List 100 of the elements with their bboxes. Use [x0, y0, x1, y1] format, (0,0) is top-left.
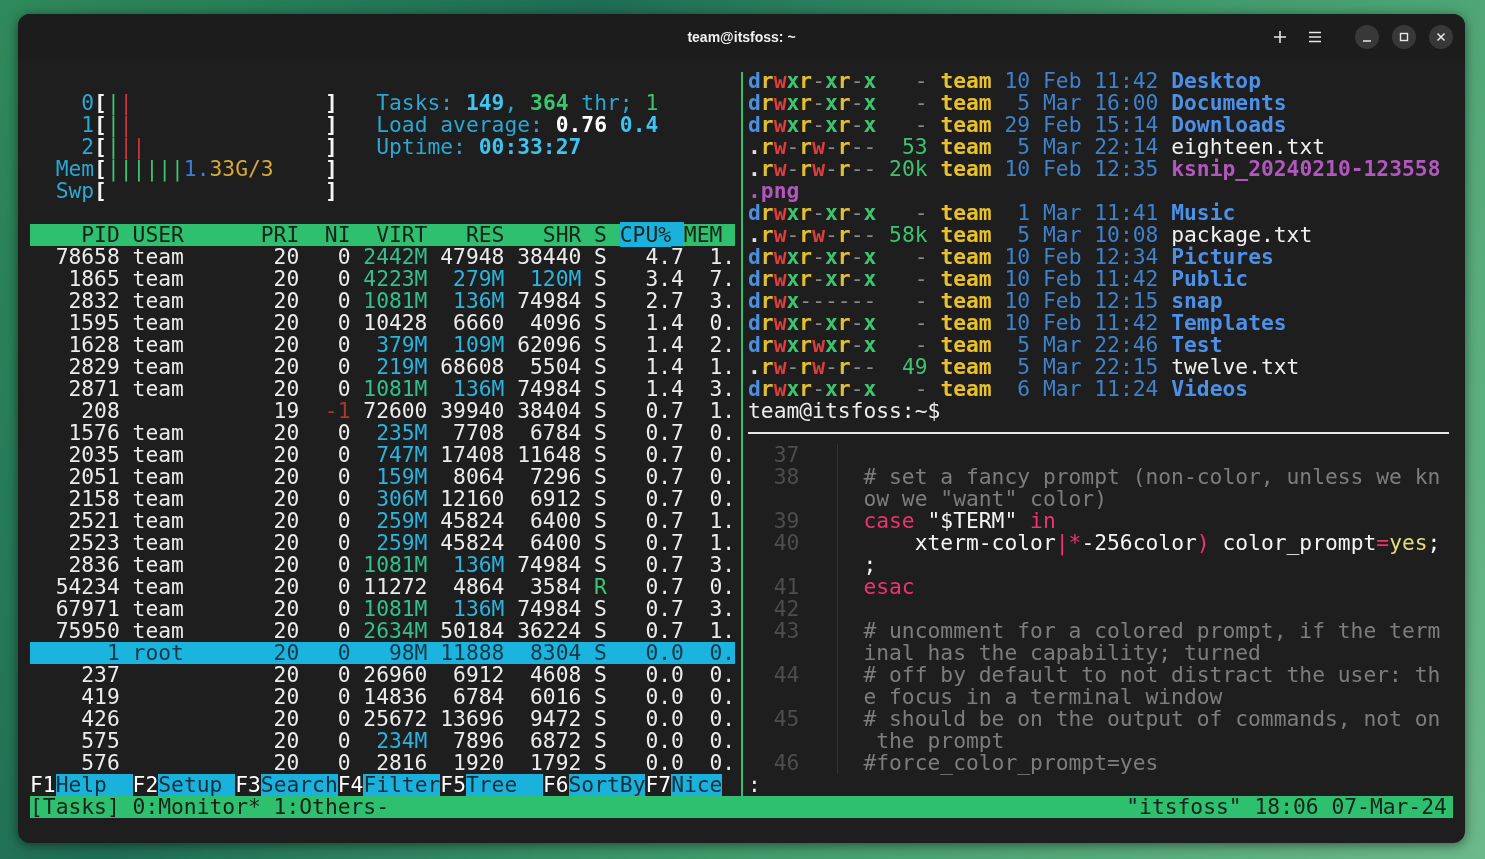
modified-time: 11:42: [1094, 268, 1159, 290]
table-cell-text: 67971: [54, 598, 120, 620]
table-cell-text: team: [131, 554, 185, 576]
table-cell-text: 13696: [439, 708, 505, 730]
process-row[interactable]: 575 20 0 234M 7896 6872 S 0.0 0.: [30, 730, 736, 752]
modified-day: 10: [1004, 268, 1031, 290]
table-cell-text: 20: [272, 488, 300, 510]
table-cell-text: 2816: [375, 752, 428, 774]
table-cell-text: 237: [80, 664, 120, 686]
process-row[interactable]: 1865 team 20 0 4223M 279M 120M S 3.4 7.: [30, 268, 736, 290]
process-row[interactable]: 208 19 -1 72600 39940 38404 S 0.7 1.: [30, 400, 736, 422]
column-header[interactable]: MEM: [683, 224, 736, 246]
table-cell-text: 20: [272, 730, 300, 752]
meter-bracket: ]: [324, 114, 338, 136]
modified-time: 11:42: [1094, 312, 1159, 334]
table-cell-text: 72600: [362, 400, 428, 422]
table-cell-text: 0.: [708, 708, 736, 730]
table-cell-text: 0: [336, 378, 351, 400]
code-line: xterm-color|*-256color) color_prompt=yes;;: [863, 532, 1442, 576]
meter-text: 1.: [183, 158, 210, 180]
column-header[interactable]: S: [581, 224, 607, 246]
process-row[interactable]: 2523 team 20 0 259M 45824 6400 S 0.7 1.: [30, 532, 736, 554]
minimize-button[interactable]: [1355, 25, 1379, 49]
table-cell-text: team: [131, 378, 185, 400]
window-tab[interactable]: 0:Monitor*: [132, 796, 261, 818]
table-cell-text: 6912: [452, 664, 505, 686]
column-header[interactable]: NI: [299, 224, 351, 246]
column-header[interactable]: PID: [30, 224, 120, 246]
code-line: # should be on the output of commands, not on the prompt: [863, 708, 1442, 752]
table-cell-text: 159M: [375, 466, 428, 488]
table-cell-text: 0: [336, 312, 351, 334]
column-header[interactable]: USER: [119, 224, 261, 246]
process-row[interactable]: 576 20 0 2816 1920 1792 S 0.0 0.: [30, 752, 736, 774]
file-size: -: [913, 70, 928, 92]
process-row[interactable]: 78658 team 20 0 2442M 47948 38440 S 4.7 1.: [30, 246, 736, 268]
column-header[interactable]: PRI: [260, 224, 300, 246]
process-row[interactable]: 1576 team 20 0 235M 7708 6784 S 0.7 0.: [30, 422, 736, 444]
process-row[interactable]: 2158 team 20 0 306M 12160 6912 S 0.7 0.: [30, 488, 736, 510]
permissions: drwxr-xr-x: [748, 68, 877, 93]
meter-text: |: [119, 92, 133, 114]
table-cell-text: root: [131, 642, 185, 664]
table-cell-text: 6912: [529, 488, 582, 510]
process-row[interactable]: 75950 team 20 0 2634M 50184 36224 S 0.7 1.: [30, 620, 736, 642]
column-header[interactable]: RES: [427, 224, 505, 246]
process-row[interactable]: 67971 team 20 0 1081M 136M 74984 S 0.7 3.: [30, 598, 736, 620]
table-cell-text: team: [131, 488, 185, 510]
table-cell-text: S: [593, 334, 607, 356]
table-cell-text: 98M: [387, 642, 428, 664]
maximize-button[interactable]: [1392, 25, 1416, 49]
table-cell-text: 0.: [708, 752, 736, 774]
table-cell-text: 0.: [708, 312, 736, 334]
process-row[interactable]: 426 20 0 25672 13696 9472 S 0.0 0.: [30, 708, 736, 730]
file-owner: team: [940, 332, 992, 357]
table-cell-text: 1.4: [644, 334, 684, 356]
column-header[interactable]: SHR: [504, 224, 582, 246]
modified-time: 22:46: [1094, 334, 1159, 356]
process-row[interactable]: 237 20 0 26960 6912 4608 S 0.0 0.: [30, 664, 736, 686]
modified-day: 10: [1004, 312, 1031, 334]
table-cell-text: 1081M: [362, 378, 428, 400]
table-cell-text: 0.0: [644, 708, 684, 730]
table-cell-text: S: [593, 488, 607, 510]
process-row[interactable]: 2832 team 20 0 1081M 136M 74984 S 2.7 3.: [30, 290, 736, 312]
table-cell-text: 0.: [708, 488, 736, 510]
close-button[interactable]: [1429, 25, 1453, 49]
process-row[interactable]: 2035 team 20 0 747M 17408 11648 S 0.7 0.: [30, 444, 736, 466]
process-row[interactable]: 54234 team 20 0 11272 4864 3584 R 0.7 0.: [30, 576, 736, 598]
table-cell-text: 219M: [375, 356, 428, 378]
table-cell-text: 0: [336, 532, 351, 554]
file-owner: team: [940, 310, 992, 335]
process-row[interactable]: 2051 team 20 0 159M 8064 7296 S 0.7 0.: [30, 466, 736, 488]
table-cell-text: 7.: [708, 268, 736, 290]
process-row[interactable]: 1628 team 20 0 379M 109M 62096 S 1.4 2.: [30, 334, 736, 356]
table-cell-text: 0.7: [644, 444, 684, 466]
table-cell-text: team: [131, 532, 185, 554]
process-row[interactable]: 1595 team 20 0 10428 6660 4096 S 1.4 0.: [30, 312, 736, 334]
process-row[interactable]: 1 root 20 0 98M 11888 8304 S 0.0 0.: [30, 642, 736, 664]
modified-time: 16:00: [1094, 92, 1159, 114]
table-cell-text: 0: [336, 576, 351, 598]
table-cell-text: 0: [336, 664, 351, 686]
process-row[interactable]: 2521 team 20 0 259M 45824 6400 S 0.7 1.: [30, 510, 736, 532]
table-cell-text: 0: [336, 334, 351, 356]
modified-time: 22:15: [1094, 356, 1159, 378]
process-row[interactable]: 2871 team 20 0 1081M 136M 74984 S 1.4 3.: [30, 378, 736, 400]
meter-bracket: [: [94, 136, 107, 158]
window-tab[interactable]: 1:Others-: [273, 796, 389, 818]
table-cell-text: 2035: [67, 444, 120, 466]
process-row[interactable]: 419 20 0 14836 6784 6016 S 0.0 0.: [30, 686, 736, 708]
table-cell-text: 20: [272, 268, 300, 290]
process-row[interactable]: 2836 team 20 0 1081M 136M 74984 S 0.7 3.: [30, 554, 736, 576]
table-cell-text: 259M: [375, 532, 428, 554]
table-cell-text: 0.: [708, 576, 736, 598]
table-cell-text: 1.: [708, 532, 736, 554]
table-cell-text: S: [593, 598, 607, 620]
table-cell-text: 2871: [67, 378, 120, 400]
process-row[interactable]: 2829 team 20 0 219M 68608 5504 S 1.4 1.: [30, 356, 736, 378]
code-line: #force_color_prompt=yes: [863, 752, 1160, 774]
tasks-summary: Tasks: 149, 364 thr; 1: [376, 92, 659, 114]
column-header[interactable]: VIRT: [350, 224, 428, 246]
table-cell-text: -1: [323, 400, 351, 422]
table-cell-text: 0: [336, 488, 351, 510]
